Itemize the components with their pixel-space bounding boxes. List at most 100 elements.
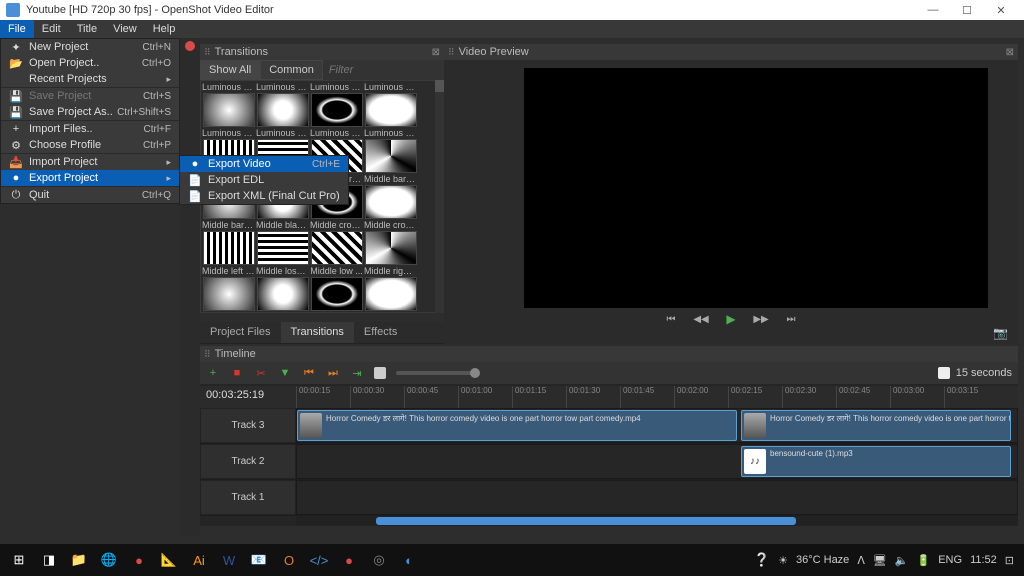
- transition-thumb[interactable]: [311, 231, 363, 265]
- track-lane[interactable]: Horror Comedy डर लागे! This horror comed…: [296, 408, 1018, 443]
- submenu-item[interactable]: 📄Export XML (Final Cut Pro): [180, 188, 348, 204]
- track-lane[interactable]: [296, 480, 1018, 515]
- play-button[interactable]: ▶: [724, 312, 738, 326]
- transition-thumb[interactable]: [365, 185, 417, 219]
- remove-track-button[interactable]: ■: [230, 366, 244, 380]
- taskbar-icon[interactable]: ●: [126, 547, 152, 573]
- menu-item[interactable]: +Import Files..Ctrl+F: [1, 121, 179, 137]
- transition-thumb[interactable]: [203, 93, 255, 127]
- track-header[interactable]: Track 3: [200, 408, 296, 443]
- filter-input[interactable]: Filter: [323, 64, 444, 76]
- taskbar-icon[interactable]: O: [276, 547, 302, 573]
- menu-item[interactable]: Recent Projects: [1, 71, 179, 87]
- taskbar-icon[interactable]: ⊞: [6, 547, 32, 573]
- menu-item[interactable]: 📥Import Project: [1, 154, 179, 170]
- window-title: Youtube [HD 720p 30 fps] - OpenShot Vide…: [26, 4, 916, 16]
- clip[interactable]: Horror Comedy डर लागे! This horror comed…: [741, 410, 1011, 441]
- close-button[interactable]: ✕: [984, 0, 1018, 20]
- timeline-header[interactable]: Timeline: [200, 346, 1018, 362]
- zoom-slider[interactable]: [396, 371, 476, 375]
- panel-tabs: Project Files Transitions Effects: [200, 322, 444, 344]
- duration-box[interactable]: [938, 367, 950, 379]
- menubar: File Edit Title View Help: [0, 20, 1024, 38]
- submenu-item[interactable]: 📄Export EDL: [180, 172, 348, 188]
- transition-label: Middle losa...: [256, 266, 309, 277]
- menu-item[interactable]: 💾Save ProjectCtrl+S: [1, 88, 179, 104]
- transition-thumb[interactable]: [365, 93, 417, 127]
- transition-thumb[interactable]: [365, 277, 417, 311]
- tab-common[interactable]: Common: [260, 60, 323, 80]
- menu-item[interactable]: ⚙Choose ProfileCtrl+P: [1, 137, 179, 153]
- track-lane[interactable]: bensound-cute (1).mp3: [296, 444, 1018, 479]
- timeline-panel: Timeline + ■ ✂ ▼ ⏮ ⏭ ⇥ 15 seconds 00:03:…: [200, 346, 1018, 526]
- taskbar-icon[interactable]: 🌐: [96, 547, 122, 573]
- preview-header[interactable]: Video Preview⊠: [444, 44, 1018, 60]
- clip[interactable]: bensound-cute (1).mp3: [741, 446, 1011, 477]
- maximize-button[interactable]: ☐: [950, 0, 984, 20]
- tab-project-files[interactable]: Project Files: [200, 322, 281, 343]
- taskbar-icon[interactable]: ●: [336, 547, 362, 573]
- menu-view[interactable]: View: [105, 20, 145, 38]
- prev-marker-button[interactable]: ⏮: [302, 366, 316, 380]
- minimize-button[interactable]: —: [916, 0, 950, 20]
- taskbar-icon[interactable]: 📁: [66, 547, 92, 573]
- menu-item[interactable]: ●Export Project: [1, 170, 179, 186]
- menu-title[interactable]: Title: [69, 20, 105, 38]
- transition-thumb[interactable]: [311, 93, 363, 127]
- menu-item[interactable]: ✦New ProjectCtrl+N: [1, 39, 179, 55]
- taskbar-icon[interactable]: 📧: [246, 547, 272, 573]
- transition-thumb[interactable]: [365, 139, 417, 173]
- clip-title: Horror Comedy डर लागे! This horror comed…: [298, 411, 736, 426]
- tab-show-all[interactable]: Show All: [200, 60, 260, 80]
- razor-button[interactable]: ✂: [254, 366, 268, 380]
- tab-transitions[interactable]: Transitions: [281, 322, 354, 343]
- snapshot-icon[interactable]: 📷: [993, 326, 1008, 340]
- menu-item[interactable]: ⏻QuitCtrl+Q: [1, 187, 179, 203]
- timeline-ruler[interactable]: 00:03:25:19 00:00:1500:00:3000:00:4500:0…: [200, 386, 1018, 408]
- transition-thumb[interactable]: [257, 277, 309, 311]
- next-marker-button[interactable]: ⏭: [326, 366, 340, 380]
- submenu-item[interactable]: ●Export VideoCtrl+E: [180, 156, 348, 172]
- timeline-scrollbar[interactable]: [296, 516, 1018, 526]
- transition-thumb[interactable]: [257, 93, 309, 127]
- export-submenu: ●Export VideoCtrl+E📄Export EDL📄Export XM…: [179, 155, 349, 205]
- taskbar-icon[interactable]: ◐: [396, 547, 422, 573]
- taskbar-icon[interactable]: ◎: [366, 547, 392, 573]
- taskbar-icon[interactable]: Ai: [186, 547, 212, 573]
- track-header[interactable]: Track 2: [200, 444, 296, 479]
- transition-label: Middle left i...: [202, 266, 255, 277]
- transitions-header[interactable]: Transitions⊠: [200, 44, 444, 60]
- add-marker-button[interactable]: ▼: [278, 366, 292, 380]
- menu-item[interactable]: 📂Open Project..Ctrl+O: [1, 55, 179, 71]
- fast-forward-button[interactable]: ▶▶: [754, 312, 768, 326]
- system-tray[interactable]: ❔ ☀36°C Haze ᐱ🖥🔈🔋 ENG 11:52 ⊡: [754, 552, 1020, 568]
- transition-thumb[interactable]: [203, 231, 255, 265]
- transition-thumb[interactable]: [365, 231, 417, 265]
- clip-thumb: [744, 449, 766, 474]
- transition-thumb[interactable]: [311, 277, 363, 311]
- taskbar-icon[interactable]: 📐: [156, 547, 182, 573]
- transition-thumb[interactable]: [203, 277, 255, 311]
- panel-close-icon[interactable]: ⊠: [432, 47, 440, 58]
- menu-item[interactable]: 💾Save Project As..Ctrl+Shift+S: [1, 104, 179, 120]
- menu-edit[interactable]: Edit: [34, 20, 69, 38]
- taskbar-icon[interactable]: W: [216, 547, 242, 573]
- taskbar-icon[interactable]: ◨: [36, 547, 62, 573]
- transitions-scrollbar[interactable]: [435, 80, 444, 313]
- track: Track 3Horror Comedy डर लागे! This horro…: [200, 408, 1018, 444]
- tab-effects[interactable]: Effects: [354, 322, 407, 343]
- video-preview-panel: Video Preview⊠ ⏮ ◀◀ ▶ ▶▶ ⏭ 📷: [444, 44, 1018, 344]
- track-header[interactable]: Track 1: [200, 480, 296, 515]
- help-icon[interactable]: ❔: [754, 552, 770, 568]
- taskbar-icon[interactable]: </>: [306, 547, 332, 573]
- menu-help[interactable]: Help: [145, 20, 184, 38]
- jump-start-button[interactable]: ⏮: [664, 312, 678, 326]
- transition-thumb[interactable]: [257, 231, 309, 265]
- jump-end-button[interactable]: ⏭: [784, 312, 798, 326]
- center-playhead-button[interactable]: ⇥: [350, 366, 364, 380]
- panel-close-icon[interactable]: ⊠: [1006, 47, 1014, 58]
- clip[interactable]: Horror Comedy डर लागे! This horror comed…: [297, 410, 737, 441]
- menu-file[interactable]: File: [0, 20, 34, 38]
- add-track-button[interactable]: +: [206, 366, 220, 380]
- rewind-button[interactable]: ◀◀: [694, 312, 708, 326]
